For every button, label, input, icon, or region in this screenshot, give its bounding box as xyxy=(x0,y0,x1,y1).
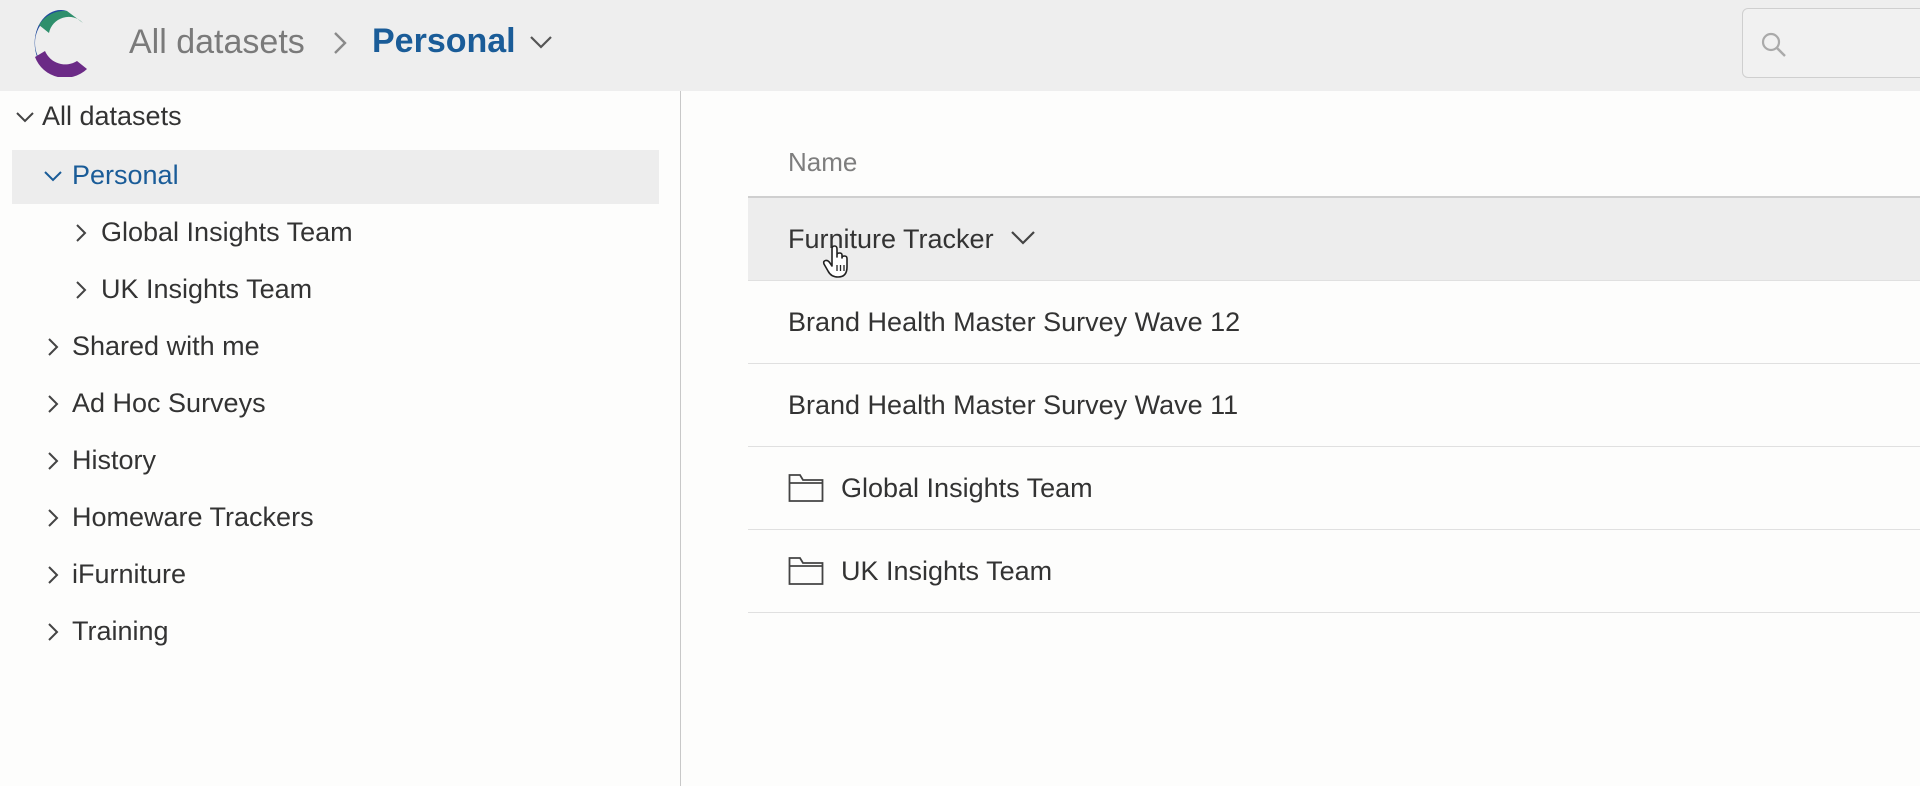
dataset-list-panel: Name Furniture Tracker Brand Health Mast… xyxy=(682,91,1920,786)
sidebar-item-training[interactable]: Training xyxy=(12,606,659,660)
chevron-right-icon[interactable] xyxy=(42,621,64,643)
search-icon xyxy=(1761,32,1786,57)
sidebar-item-all-datasets[interactable]: All datasets xyxy=(12,91,659,145)
chevron-right-icon[interactable] xyxy=(42,507,64,529)
chevron-down-icon[interactable] xyxy=(528,32,554,52)
sidebar-item-label: iFurniture xyxy=(72,559,187,589)
column-header-name[interactable]: Name xyxy=(788,147,857,178)
sidebar-tree: All datasets Personal Global Insights Te… xyxy=(0,91,681,786)
chevron-down-icon[interactable] xyxy=(14,106,36,128)
sidebar-item-label: Shared with me xyxy=(72,331,260,361)
sidebar-item-label: Personal xyxy=(72,160,179,190)
breadcrumb-root-link[interactable]: All datasets xyxy=(129,23,305,62)
list-item-furniture-tracker[interactable]: Furniture Tracker xyxy=(748,198,1920,281)
list-item-global-insights-team[interactable]: Global Insights Team xyxy=(748,447,1920,530)
sidebar-item-personal[interactable]: Personal xyxy=(12,150,659,204)
breadcrumb-current: Personal xyxy=(372,22,516,60)
sidebar-item-label: Ad Hoc Surveys xyxy=(72,388,266,418)
chevron-right-icon[interactable] xyxy=(42,336,64,358)
folder-icon xyxy=(788,474,824,502)
sidebar-item-history[interactable]: History xyxy=(12,435,659,489)
sidebar-item-label: All datasets xyxy=(42,101,182,131)
list-item-label[interactable]: UK Insights Team xyxy=(841,556,1052,587)
sidebar-item-label: Global Insights Team xyxy=(101,217,353,247)
search-input[interactable] xyxy=(1742,8,1920,78)
chevron-right-icon[interactable] xyxy=(70,279,92,301)
chevron-down-icon[interactable] xyxy=(42,165,64,187)
list-item-label[interactable]: Global Insights Team xyxy=(841,473,1093,504)
sidebar-item-label: Homeware Trackers xyxy=(72,502,314,532)
chevron-right-icon[interactable] xyxy=(42,564,64,586)
app-logo[interactable] xyxy=(27,9,93,77)
chevron-right-icon[interactable] xyxy=(70,222,92,244)
list-item-label[interactable]: Furniture Tracker xyxy=(788,224,994,255)
sidebar-item-shared-with-me[interactable]: Shared with me xyxy=(12,321,659,375)
chevron-right-icon xyxy=(334,32,347,54)
list-item-brand-health-wave-12[interactable]: Brand Health Master Survey Wave 12 xyxy=(748,281,1920,364)
sidebar-item-ad-hoc-surveys[interactable]: Ad Hoc Surveys xyxy=(12,378,659,432)
sidebar-item-global-insights-team[interactable]: Global Insights Team xyxy=(12,207,659,261)
list-item-uk-insights-team[interactable]: UK Insights Team xyxy=(748,530,1920,613)
top-bar: All datasets Personal xyxy=(0,0,1920,91)
sidebar-item-label: UK Insights Team xyxy=(101,274,313,304)
folder-icon xyxy=(788,557,824,585)
list-item-label[interactable]: Brand Health Master Survey Wave 12 xyxy=(788,307,1240,338)
chevron-down-icon[interactable] xyxy=(1008,228,1038,248)
sidebar-item-label: History xyxy=(72,445,157,475)
list-item-label[interactable]: Brand Health Master Survey Wave 11 xyxy=(788,390,1238,421)
sidebar-item-uk-insights-team[interactable]: UK Insights Team xyxy=(12,264,659,318)
sidebar-item-label: Training xyxy=(72,616,169,646)
sidebar-item-ifurniture[interactable]: iFurniture xyxy=(12,549,659,603)
chevron-right-icon[interactable] xyxy=(42,450,64,472)
sidebar-item-homeware-trackers[interactable]: Homeware Trackers xyxy=(12,492,659,546)
list-item-brand-health-wave-11[interactable]: Brand Health Master Survey Wave 11 xyxy=(748,364,1920,447)
chevron-right-icon[interactable] xyxy=(42,393,64,415)
